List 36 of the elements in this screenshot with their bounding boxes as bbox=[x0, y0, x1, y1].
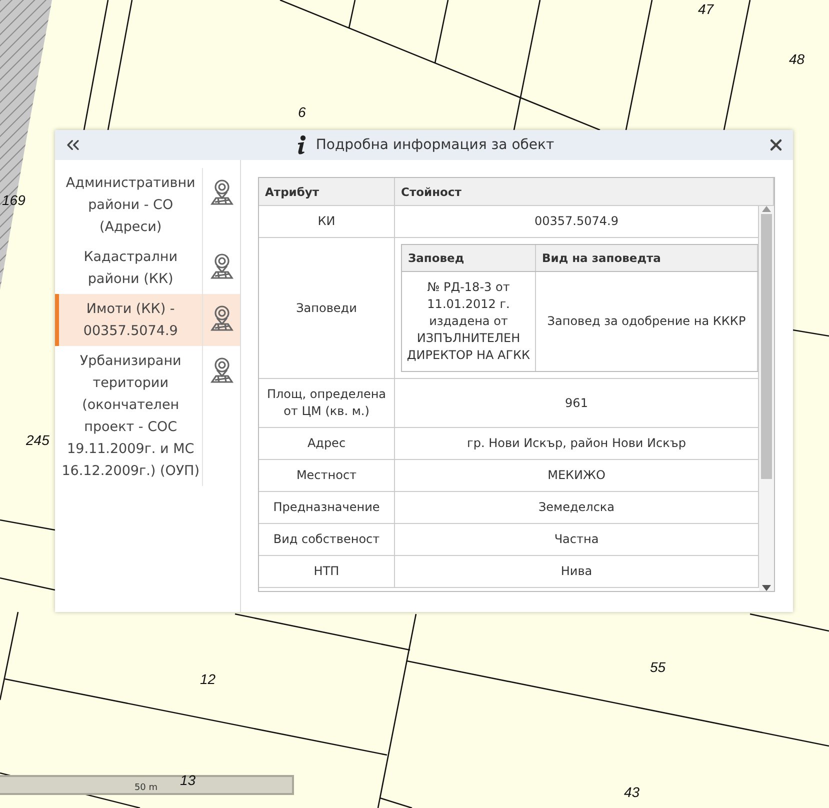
table-cell: Адрес bbox=[259, 428, 395, 459]
column-header: Стойност bbox=[395, 178, 774, 205]
parcel-number: 12 bbox=[200, 671, 216, 687]
layer-item[interactable]: Урбанизирани територии (окончателен проект - СОС 19.11.2009г. и МС 16.12.2009г.) (ОУП) bbox=[55, 346, 240, 486]
table-cell: НТП bbox=[259, 556, 395, 587]
table-cell: Предназначение bbox=[259, 492, 395, 523]
info-icon bbox=[296, 135, 308, 155]
scroll-down-icon[interactable] bbox=[762, 585, 771, 591]
dialog-title: Подробна информация за обект bbox=[316, 137, 554, 153]
scale-label: 50 m bbox=[134, 783, 158, 793]
layer-item[interactable]: Имоти (КК) - 00357.5074.9 bbox=[55, 294, 240, 346]
parcel-number: 55 bbox=[650, 659, 666, 675]
parcel-number: 6 bbox=[298, 104, 306, 120]
parcel-number: 48 bbox=[789, 51, 805, 67]
scroll-thumb[interactable] bbox=[761, 214, 772, 479]
parcel-number: 13 bbox=[180, 772, 196, 788]
table-cell: Заповеди bbox=[259, 238, 395, 378]
column-header: Атрибут bbox=[259, 178, 395, 205]
parcel-number: 245 bbox=[26, 432, 50, 448]
table-cell: Вид собственост bbox=[259, 524, 395, 555]
column-header: Заповед bbox=[402, 245, 536, 271]
column-header: Вид на заповедта bbox=[536, 245, 758, 271]
parcel-number: 47 bbox=[698, 1, 714, 17]
layer-item[interactable]: Административни райони - СО (Адреси) bbox=[55, 168, 240, 242]
table-cell: Площ, определена от ЦМ (кв. м.) bbox=[259, 379, 395, 427]
table-cell: КИ bbox=[259, 206, 395, 237]
table-cell: № РД-18-3 от 11.01.2012 г. издадена от ИЗПЪЛНИТЕЛЕН ДИРЕКТОР НА АГКК bbox=[402, 272, 536, 371]
map-pin-icon[interactable] bbox=[210, 252, 234, 280]
parcel-number: 169 bbox=[2, 192, 26, 208]
table-cell: Заповед за одобрение на КККР bbox=[536, 272, 758, 371]
map-pin-icon[interactable] bbox=[210, 178, 234, 206]
table-cell: Местност bbox=[259, 460, 395, 491]
map-pin-icon[interactable] bbox=[210, 304, 234, 332]
map-pin-icon[interactable] bbox=[210, 356, 234, 384]
scrollbar[interactable] bbox=[759, 206, 774, 591]
parcel-number: 43 bbox=[624, 784, 640, 800]
